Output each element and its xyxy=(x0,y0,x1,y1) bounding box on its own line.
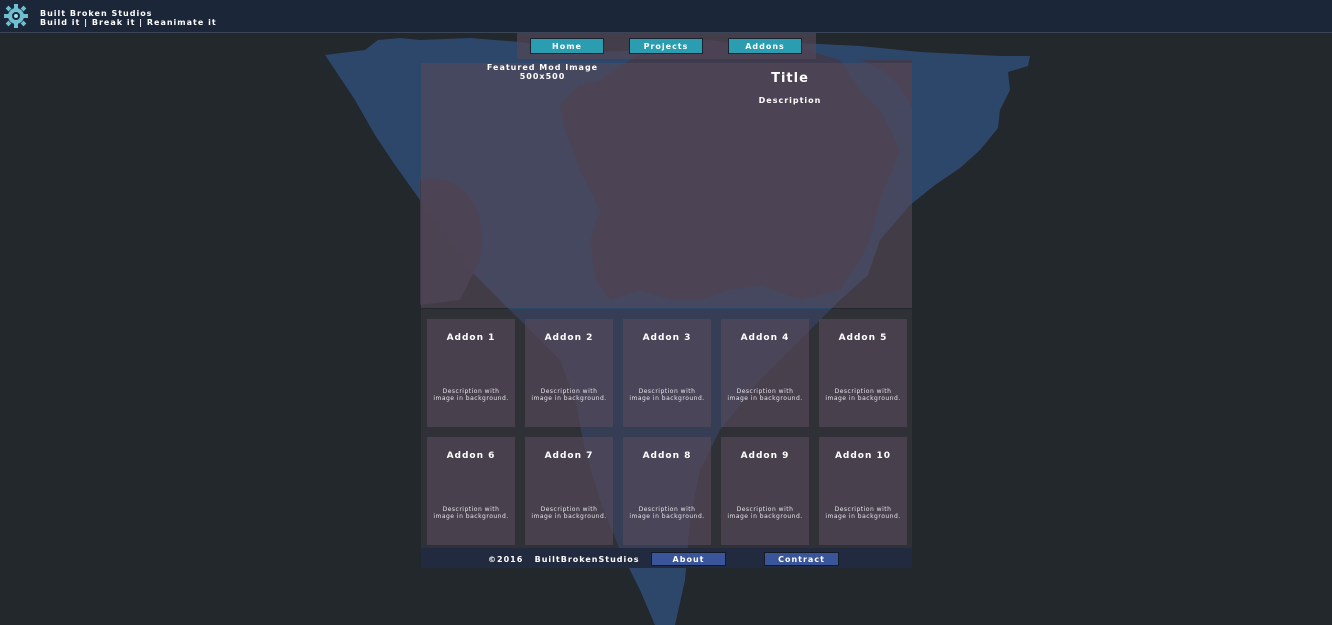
main-navigation: Home Projects Addons xyxy=(517,33,816,59)
brand-tagline: Build it | Break it | Reanimate it xyxy=(40,18,217,27)
addon-title: Addon 2 xyxy=(544,333,594,343)
addon-card-4[interactable]: Addon 4 Description with image in backgr… xyxy=(721,319,809,427)
addon-title: Addon 5 xyxy=(838,333,888,343)
top-header-bar: Built Broken Studios Build it | Break it… xyxy=(0,0,1332,33)
gear-logo-icon[interactable] xyxy=(3,3,29,29)
addon-description: Description with image in background. xyxy=(433,388,509,402)
addon-title: Addon 4 xyxy=(740,333,790,343)
featured-description: Description xyxy=(758,96,822,105)
addon-title: Addon 3 xyxy=(642,333,692,343)
brand-name: Built Broken Studios xyxy=(40,9,153,18)
featured-mod-size: 500x500 xyxy=(519,72,566,81)
nav-addons-button[interactable]: Addons xyxy=(728,38,802,54)
addon-card-10[interactable]: Addon 10 Description with image in backg… xyxy=(819,437,907,545)
addon-description: Description with image in background. xyxy=(727,388,803,402)
addon-title: Addon 8 xyxy=(642,451,692,461)
addon-title: Addon 10 xyxy=(834,451,892,461)
addon-title: Addon 7 xyxy=(544,451,594,461)
addon-description: Description with image in background. xyxy=(825,388,901,402)
addon-description: Description with image in background. xyxy=(727,506,803,520)
about-button[interactable]: About xyxy=(651,552,726,566)
featured-mod-image-placeholder: Featured Mod Image 500x500 xyxy=(485,63,600,81)
featured-title: Title xyxy=(771,71,809,86)
addon-description: Description with image in background. xyxy=(629,388,705,402)
addon-card-2[interactable]: Addon 2 Description with image in backgr… xyxy=(525,319,613,427)
featured-mod-label: Featured Mod Image xyxy=(486,63,599,72)
addon-card-9[interactable]: Addon 9 Description with image in backgr… xyxy=(721,437,809,545)
addon-description: Description with image in background. xyxy=(629,506,705,520)
addon-description: Description with image in background. xyxy=(531,506,607,520)
addon-title: Addon 1 xyxy=(446,333,496,343)
addon-title: Addon 9 xyxy=(740,451,790,461)
nav-projects-button[interactable]: Projects xyxy=(629,38,703,54)
addon-card-1[interactable]: Addon 1 Description with image in backgr… xyxy=(427,319,515,427)
nav-home-button[interactable]: Home xyxy=(530,38,604,54)
addon-card-6[interactable]: Addon 6 Description with image in backgr… xyxy=(427,437,515,545)
addon-card-8[interactable]: Addon 8 Description with image in backgr… xyxy=(623,437,711,545)
addon-title: Addon 6 xyxy=(446,451,496,461)
addon-description: Description with image in background. xyxy=(825,506,901,520)
addon-description: Description with image in background. xyxy=(433,506,509,520)
contact-button[interactable]: Contract xyxy=(764,552,839,566)
addon-description: Description with image in background. xyxy=(531,388,607,402)
addon-card-5[interactable]: Addon 5 Description with image in backgr… xyxy=(819,319,907,427)
addon-card-3[interactable]: Addon 3 Description with image in backgr… xyxy=(623,319,711,427)
copyright-text: ©2016 BuiltBrokenStudios xyxy=(488,555,640,564)
addon-card-7[interactable]: Addon 7 Description with image in backgr… xyxy=(525,437,613,545)
